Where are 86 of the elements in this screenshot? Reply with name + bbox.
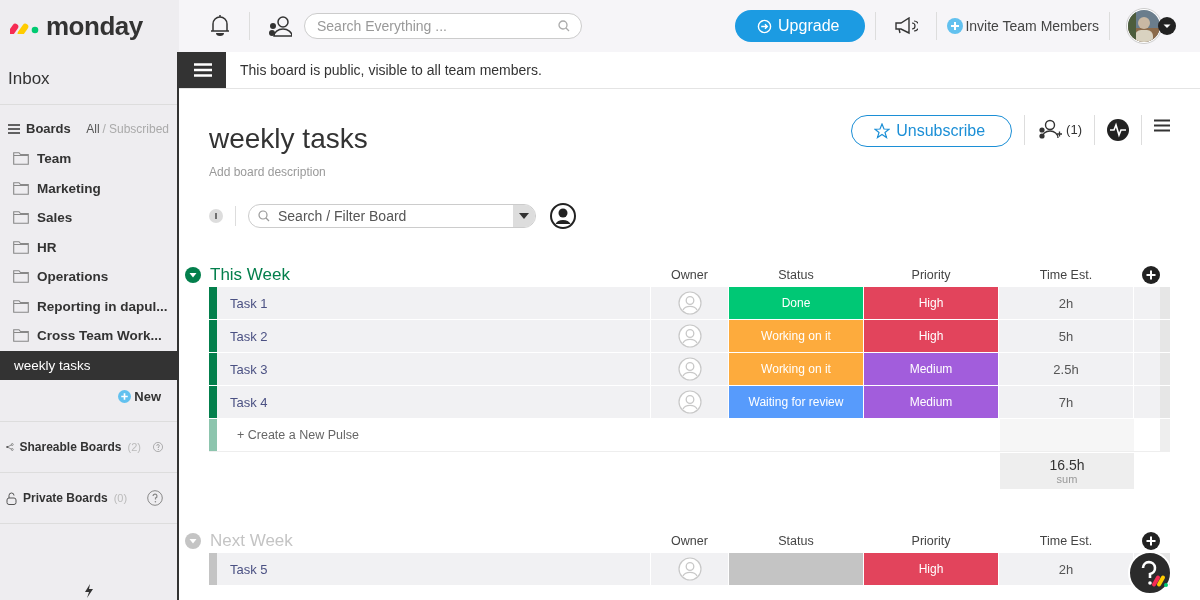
priority-label[interactable]: Medium: [864, 353, 998, 385]
time-estimate[interactable]: 7h: [999, 386, 1133, 418]
time-estimate[interactable]: 2h: [999, 287, 1133, 319]
time-estimate[interactable]: 2h: [999, 553, 1133, 585]
group-title[interactable]: This Week: [210, 265, 651, 285]
section-title[interactable]: Shareable Boards: [19, 440, 122, 454]
task-name[interactable]: Task 3: [217, 353, 650, 385]
board-item[interactable]: Reporting in dapul...: [0, 291, 177, 321]
search-icon: [558, 20, 570, 32]
caret-down-icon: [519, 213, 529, 219]
help-icon: [1128, 551, 1172, 595]
column-header: Priority: [910, 268, 952, 282]
caret-down-icon[interactable]: [1158, 17, 1176, 35]
help-button[interactable]: [1128, 551, 1172, 595]
time-estimate[interactable]: 2.5h: [999, 353, 1133, 385]
new-board-button[interactable]: New: [118, 388, 161, 404]
folder-icon: [13, 270, 29, 284]
collapse-icon[interactable]: [185, 267, 201, 283]
star-icon: [874, 123, 891, 139]
person-filter-icon[interactable]: [550, 203, 576, 229]
column-header: Owner: [670, 268, 709, 282]
board-item[interactable]: Cross Team Work...: [0, 321, 177, 351]
new-pulse-input[interactable]: + Create a New Pulse: [217, 419, 999, 451]
group-color-bar: [209, 553, 217, 585]
board-item[interactable]: Marketing: [0, 173, 177, 203]
bell-icon[interactable]: [209, 14, 231, 38]
member-count: (1): [1066, 122, 1082, 137]
board-item[interactable]: Team: [0, 144, 177, 174]
filter-separator: /: [102, 121, 106, 136]
inbox-link[interactable]: Inbox: [0, 52, 177, 105]
time-sum: 16.5h sum: [1000, 453, 1134, 489]
task-name[interactable]: Task 5: [217, 553, 650, 585]
column-header: Owner: [670, 534, 709, 548]
add-column-icon[interactable]: [1142, 266, 1160, 284]
priority-label[interactable]: High: [864, 320, 998, 352]
time-estimate[interactable]: 5h: [999, 320, 1133, 352]
column-header: Time Est.: [1038, 268, 1094, 282]
column-header: Status: [777, 268, 815, 282]
people-icon[interactable]: [268, 15, 292, 37]
add-column-icon[interactable]: [1142, 532, 1160, 550]
plus-circle-icon: [947, 18, 964, 34]
help-icon[interactable]: [147, 490, 163, 506]
menu-button[interactable]: [179, 52, 226, 88]
board-item[interactable]: weekly tasks: [0, 350, 179, 380]
section-title[interactable]: Private Boards: [23, 491, 108, 505]
megaphone-icon[interactable]: [894, 17, 919, 35]
plus-circle-icon: [118, 389, 132, 403]
all-filter[interactable]: All: [86, 121, 100, 136]
task-name[interactable]: Task 1: [217, 287, 650, 319]
search-field[interactable]: Search Everything ...: [304, 13, 582, 39]
brand-name: monday: [46, 10, 143, 42]
folder-icon: [13, 152, 29, 166]
unsubscribe-button[interactable]: Unsubscribe: [851, 115, 1013, 147]
lightning-icon[interactable]: [83, 584, 94, 598]
folder-icon: [13, 181, 29, 195]
folder-icon: [13, 299, 29, 313]
board-notice: This board is public, visible to all team members.: [240, 62, 542, 78]
filter-field[interactable]: Search / Filter Board: [248, 204, 536, 228]
folder-icon: [13, 211, 29, 225]
arrow-circle-icon: [757, 18, 773, 34]
menu-icon: [193, 63, 212, 77]
invite-button[interactable]: Invite Team Members: [947, 18, 1099, 34]
priority-label[interactable]: High: [864, 553, 998, 585]
board-item[interactable]: Operations: [0, 262, 177, 292]
lock-icon: [6, 491, 17, 505]
menu-icon[interactable]: [8, 123, 20, 134]
column-header: Status: [777, 534, 815, 548]
filter-dropdown-button[interactable]: [513, 205, 535, 227]
board-item[interactable]: Sales: [0, 203, 177, 233]
search-icon: [258, 210, 270, 222]
column-header: Time Est.: [1038, 534, 1094, 548]
menu-icon[interactable]: [1154, 119, 1170, 132]
board-title: weekly tasks: [209, 123, 368, 155]
folder-icon: [13, 329, 29, 343]
activity-icon[interactable]: [1107, 119, 1129, 141]
boards-heading: Boards: [26, 121, 71, 136]
task-name[interactable]: Task 4: [217, 386, 650, 418]
board-item[interactable]: HR: [0, 232, 177, 262]
share-icon: [6, 441, 14, 453]
task-name[interactable]: Task 2: [217, 320, 650, 352]
priority-label[interactable]: Medium: [864, 386, 998, 418]
info-icon[interactable]: [209, 209, 223, 223]
folder-icon: [13, 240, 29, 254]
members-icon[interactable]: [1037, 119, 1064, 139]
priority-label[interactable]: High: [864, 287, 998, 319]
column-header: Priority: [910, 534, 952, 548]
